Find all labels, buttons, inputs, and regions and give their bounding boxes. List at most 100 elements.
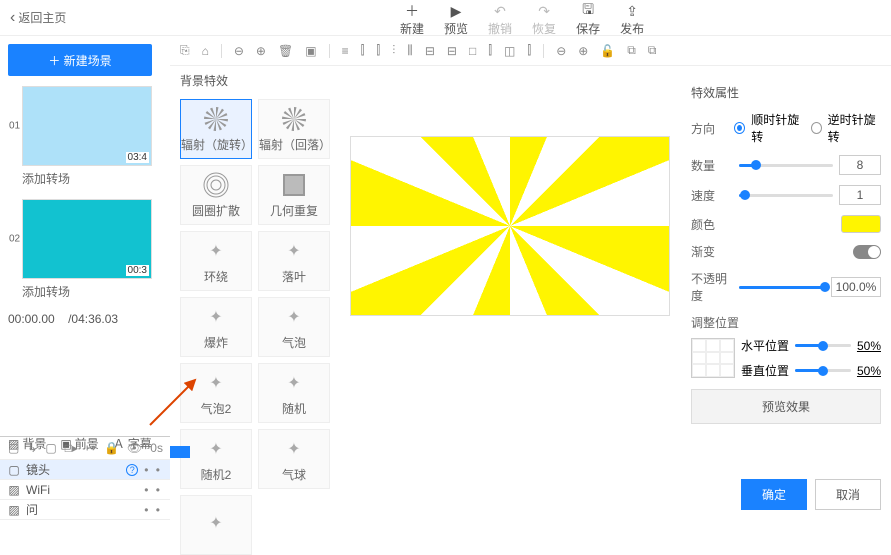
prop-color: 颜色 [691,215,881,233]
恢复-icon: ↷ [538,3,550,19]
track-row[interactable]: ▢镜头?• • [0,460,170,480]
toolbar-icon[interactable]: ≡ [342,44,349,58]
scene-item[interactable]: 0200:3添加转场 [8,199,152,304]
track-menu[interactable]: • • [144,463,162,477]
toolbar-icon[interactable]: ⫿ [527,43,531,58]
fx-item-几何重复[interactable]: 几何重复 [258,165,330,225]
scene-thumb[interactable]: 0200:3 [22,199,152,279]
help-icon[interactable]: ? [126,464,138,476]
scene-item[interactable]: 0103:4添加转场 [8,86,152,191]
add-scene-button[interactable]: ＋ 新建场景 [8,44,152,76]
left-panel: ＋ 新建场景 0103:4添加转场0200:3添加转场 00:00.00 /04… [0,36,160,520]
position-grid[interactable] [691,338,735,378]
radio-clockwise[interactable] [734,122,745,134]
toolbar-icon[interactable]: ⊖ [556,44,566,58]
fx-item-环绕[interactable]: ✦环绕 [180,231,252,291]
fx-icon [203,172,229,198]
preview-effect-button[interactable]: 预览效果 [691,389,881,424]
gradient-toggle[interactable] [853,245,881,259]
fx-label: 几何重复 [270,202,318,219]
count-value[interactable]: 8 [839,155,881,175]
fx-item-气泡[interactable]: ✦气泡 [258,297,330,357]
toolbar-icon[interactable]: ⫿ [376,43,380,58]
hpos-slider[interactable] [795,344,851,347]
track-tool-icon[interactable]: 🔒 [104,441,119,455]
toolbar-icon[interactable]: 🗑 [278,44,293,58]
fx-item-爆炸[interactable]: ✦爆炸 [180,297,252,357]
fx-panel: 背景特效 辐射（旋转）辐射（回落）圆圈扩散几何重复✦环绕✦落叶✦爆炸✦气泡✦气泡… [180,72,330,555]
scene-thumb[interactable]: 0103:4 [22,86,152,166]
toolbar-icon[interactable]: ⧉ [627,43,636,58]
track-row[interactable]: ▨WiFi• • [0,480,170,500]
toolbar-icon[interactable]: ⫿ [488,43,492,58]
fx-item-blank[interactable]: ✦ [180,495,252,555]
toolbar-icon[interactable]: ⫿ [361,43,365,58]
fx-item-气球[interactable]: ✦气球 [258,429,330,489]
track-menu[interactable]: • • [144,483,162,497]
toolbar-icon[interactable]: ⊖ [234,44,244,58]
count-slider[interactable] [739,164,833,167]
fx-item-随机2[interactable]: ✦随机2 [180,429,252,489]
track-tool-icon[interactable]: 👁 [127,441,142,455]
prop-count: 数量 8 [691,155,881,175]
fx-item-圆圈扩散[interactable]: 圆圈扩散 [180,165,252,225]
vpos-value: 50% [857,364,881,378]
toolbar-icon[interactable]: ▣ [305,44,316,58]
timeline-clip[interactable] [170,446,190,458]
fx-item-气泡2[interactable]: ✦ 气泡2 [180,363,252,423]
track-tool-icon[interactable]: ▢ [8,441,19,455]
top-action-发布[interactable]: ⇪发布 [620,3,644,37]
vpos-slider[interactable] [795,369,851,372]
track-row[interactable]: ▨问• • [0,500,170,520]
fx-icon: ✦ [203,510,229,536]
back-link[interactable]: 返回主页 [10,9,66,27]
radio-anticlockwise-label: 逆时针旋转 [828,111,881,145]
toolbar-icon[interactable]: ⊕ [256,44,266,58]
fx-item-随机[interactable]: ✦随机 [258,363,330,423]
top-action-保存[interactable]: 🖫保存 [576,3,600,37]
top-action-新建[interactable]: ＋新建 [400,3,424,37]
opacity-slider[interactable] [739,286,825,289]
speed-value[interactable]: 1 [839,185,881,205]
radio-anticlockwise[interactable] [811,122,822,134]
track-menu[interactable]: • • [144,503,162,517]
fx-icon: ✦ [203,370,229,396]
separator [221,44,222,58]
toolbar-icon[interactable]: □ [469,44,476,58]
speed-slider[interactable] [739,194,833,197]
fx-icon: ✦ [281,436,307,462]
fx-item-辐射（旋转）[interactable]: 辐射（旋转） [180,99,252,159]
vpos-label: 垂直位置 [741,362,789,379]
opacity-value[interactable]: 100.0% [831,277,881,297]
toolbar-icon[interactable]: ⊕ [578,44,588,58]
toolbar-icon[interactable]: ⌂ [202,44,209,58]
track-tool-icon[interactable]: ↳ [27,441,37,455]
track-tool-icon[interactable]: □▸ [65,441,78,455]
toolbar-icon[interactable]: ⊟ [425,44,435,58]
fx-item-落叶[interactable]: ✦落叶 [258,231,330,291]
toolbar-icon[interactable]: ⧉ [648,43,657,58]
fx-label: 气泡 [282,334,306,351]
add-transition[interactable]: 添加转场 [22,279,152,304]
track-type-icon: ▨ [8,503,20,517]
color-swatch[interactable] [841,215,881,233]
track-tool-icon[interactable]: ▢ [45,441,56,455]
toolbar-icon[interactable]: ⫶ [392,43,395,58]
opacity-label: 不透明度 [691,270,733,304]
toolbar-icon[interactable]: ⎘ [180,43,190,58]
track-tool-icon[interactable]: ↦ [86,441,96,455]
top-action-预览[interactable]: ▶预览 [444,3,468,37]
cancel-button[interactable]: 取消 [815,479,881,510]
prop-gradient: 渐变 [691,243,881,260]
add-transition[interactable]: 添加转场 [22,166,152,191]
fx-item-辐射（回落）[interactable]: 辐射（回落） [258,99,330,159]
prop-position: 水平位置 50% 垂直位置 50% [691,337,881,379]
toolbar-icon[interactable]: ⊟ [447,44,457,58]
ok-button[interactable]: 确定 [741,479,807,510]
fx-icon: ✦ [281,370,307,396]
toolbar-icon[interactable]: ⫼ [407,43,413,58]
toolbar-icon[interactable]: 🔓 [600,44,615,58]
toolbar-icon[interactable]: ◫ [504,44,515,58]
fx-label: 圆圈扩散 [192,202,240,219]
fx-label: 气泡2 [201,400,232,417]
